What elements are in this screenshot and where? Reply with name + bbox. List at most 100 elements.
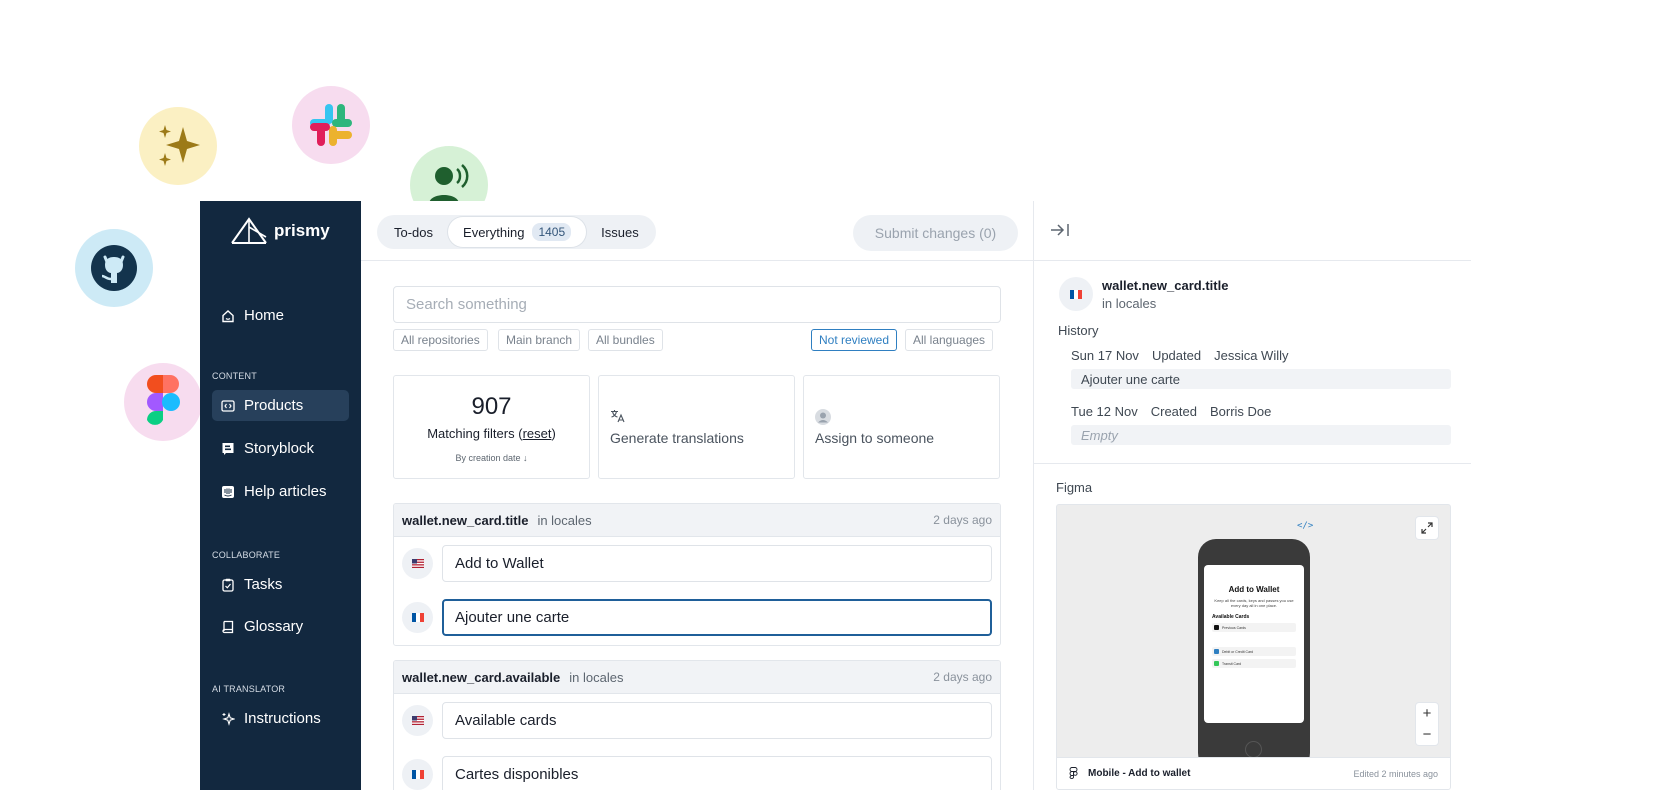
view-tabs: To-dos Everything 1405 Issues bbox=[377, 215, 656, 249]
stage: prismy Home CONTENT Products Storyblock bbox=[0, 0, 1664, 790]
translation-input-fr[interactable] bbox=[442, 756, 992, 790]
book-icon bbox=[221, 620, 235, 634]
submit-changes-button[interactable]: Submit changes (0) bbox=[853, 215, 1018, 251]
translation-entry: wallet.new_card.title in locales 2 days … bbox=[393, 503, 1001, 646]
collapse-panel-icon[interactable] bbox=[1050, 223, 1070, 242]
app-window: prismy Home CONTENT Products Storyblock bbox=[200, 201, 1471, 790]
history-date: Sun 17 Nov bbox=[1071, 348, 1139, 363]
matching-label-text: Matching filters ( bbox=[427, 426, 523, 441]
tab-issues[interactable]: Issues bbox=[586, 217, 654, 247]
history-meta: Sun 17 Nov Updated Jessica Willy bbox=[1071, 348, 1451, 363]
history-user: Borris Doe bbox=[1209, 404, 1272, 419]
history-action: Updated bbox=[1151, 348, 1202, 363]
tab-everything[interactable]: Everything 1405 bbox=[448, 217, 587, 247]
sidebar-item-label: Tasks bbox=[244, 576, 283, 593]
sidebar-item-tasks[interactable]: Tasks bbox=[212, 569, 349, 600]
entry-scope: in locales bbox=[569, 669, 624, 685]
logo[interactable]: prismy bbox=[230, 217, 330, 245]
history-value: Ajouter une carte bbox=[1071, 369, 1451, 389]
storyblock-icon bbox=[221, 442, 235, 456]
summary-cards: 907 Matching filters (reset) By creation… bbox=[393, 375, 1001, 479]
figma-footer: Mobile - Add to wallet Edited 2 minutes … bbox=[1057, 757, 1450, 789]
sidebar-item-label: Storyblock bbox=[244, 440, 315, 457]
history-item: Sun 17 Nov Updated Jessica Willy Ajouter… bbox=[1071, 348, 1451, 389]
translation-input-en[interactable] bbox=[442, 702, 992, 739]
sidebar-item-glossary[interactable]: Glossary bbox=[212, 611, 349, 642]
phone-home-button bbox=[1245, 741, 1262, 758]
history-date: Tue 12 Nov bbox=[1071, 404, 1138, 419]
sidebar-item-storyblock[interactable]: Storyblock bbox=[212, 433, 349, 464]
selected-scope: in locales bbox=[1102, 296, 1157, 311]
home-icon bbox=[221, 309, 235, 323]
tab-todos[interactable]: To-dos bbox=[379, 217, 448, 247]
expand-button[interactable] bbox=[1416, 517, 1438, 539]
translate-icon bbox=[610, 409, 625, 428]
filter-repositories[interactable]: All repositories bbox=[393, 329, 488, 351]
sidebar: prismy Home CONTENT Products Storyblock bbox=[200, 201, 361, 790]
filter-bar: All repositories Main branch All bundles… bbox=[393, 329, 1001, 351]
figma-preview[interactable]: </> Add to Wallet Keep all the cards, ke… bbox=[1056, 504, 1451, 790]
slack-bubble bbox=[292, 86, 370, 164]
matching-label-close: ) bbox=[551, 426, 556, 441]
filter-languages[interactable]: All languages bbox=[905, 329, 994, 351]
matching-filters-card: 907 Matching filters (reset) By creation… bbox=[393, 375, 590, 479]
sidebar-item-products[interactable]: Products bbox=[212, 390, 349, 421]
figma-frame-name[interactable]: Mobile - Add to wallet bbox=[1088, 768, 1190, 779]
sort-selector[interactable]: By creation date ↓ bbox=[394, 453, 589, 463]
sidebar-item-instructions[interactable]: Instructions bbox=[212, 703, 349, 734]
us-flag-icon bbox=[402, 705, 433, 736]
sidebar-item-help-articles[interactable]: Help articles bbox=[212, 476, 349, 507]
prismy-logo-icon bbox=[231, 217, 267, 244]
entry-key: wallet.new_card.available bbox=[402, 669, 561, 685]
history-title: History bbox=[1058, 323, 1099, 338]
zoom-in-icon[interactable]: + bbox=[1423, 705, 1432, 722]
mock-section: Available Cards bbox=[1212, 614, 1250, 620]
fr-flag-icon bbox=[402, 759, 433, 790]
code-box-icon bbox=[221, 399, 235, 413]
filter-bundles[interactable]: All bundles bbox=[588, 329, 663, 351]
reset-filters-link[interactable]: reset bbox=[523, 426, 552, 441]
assign-card[interactable]: Assign to someone bbox=[803, 375, 1000, 479]
panel-divider bbox=[1034, 463, 1471, 464]
figma-icon bbox=[1069, 767, 1078, 779]
filter-branch[interactable]: Main branch bbox=[498, 329, 581, 351]
sidebar-item-home[interactable]: Home bbox=[212, 300, 349, 331]
matching-count: 907 bbox=[471, 393, 512, 420]
entry-timestamp: 2 days ago bbox=[933, 513, 992, 527]
locale-row-en bbox=[394, 537, 1000, 591]
mock-row: Transit Card bbox=[1212, 659, 1296, 668]
github-bubble bbox=[75, 229, 153, 307]
selected-key: wallet.new_card.title bbox=[1102, 278, 1229, 293]
section-collaborate: COLLABORATE bbox=[212, 550, 281, 560]
github-icon bbox=[91, 245, 137, 291]
tab-label: Issues bbox=[601, 224, 639, 240]
phone-screen: Add to Wallet Keep all the cards, keys a… bbox=[1204, 565, 1304, 723]
mock-subtitle: Keep all the cards, keys and passes you … bbox=[1214, 598, 1294, 608]
history-item: Tue 12 Nov Created Borris Doe Empty bbox=[1071, 404, 1451, 445]
entry-timestamp: 2 days ago bbox=[933, 670, 992, 684]
intercom-icon bbox=[221, 485, 235, 499]
section-content: CONTENT bbox=[212, 371, 257, 381]
section-ai-translator: AI TRANSLATOR bbox=[212, 684, 286, 694]
figma-bubble bbox=[124, 363, 202, 441]
slack-icon bbox=[310, 104, 352, 146]
entry-header[interactable]: wallet.new_card.available in locales 2 d… bbox=[394, 661, 1000, 694]
entry-header[interactable]: wallet.new_card.title in locales 2 days … bbox=[394, 504, 1000, 537]
search-input[interactable] bbox=[393, 286, 1001, 323]
locale-row-fr bbox=[394, 591, 1000, 645]
locale-row-fr bbox=[394, 748, 1000, 790]
figma-section-title: Figma bbox=[1056, 480, 1093, 495]
ai-sparkle-bubble bbox=[139, 107, 217, 185]
filter-review-status[interactable]: Not reviewed bbox=[811, 329, 898, 351]
locale-row-en bbox=[394, 694, 1000, 748]
generate-translations-card[interactable]: Generate translations bbox=[598, 375, 795, 479]
translation-input-fr[interactable] bbox=[442, 599, 992, 636]
zoom-out-icon[interactable]: − bbox=[1423, 726, 1432, 743]
mock-row-label: Transit Card bbox=[1222, 661, 1242, 666]
detail-panel: wallet.new_card.title in locales History… bbox=[1033, 201, 1471, 790]
panel-header bbox=[1034, 201, 1471, 261]
translation-input-en[interactable] bbox=[442, 545, 992, 582]
figma-edited-time: Edited 2 minutes ago bbox=[1353, 768, 1438, 779]
code-tag-icon[interactable]: </> bbox=[1297, 521, 1313, 531]
mock-row-label: Previous Cards bbox=[1222, 625, 1246, 630]
